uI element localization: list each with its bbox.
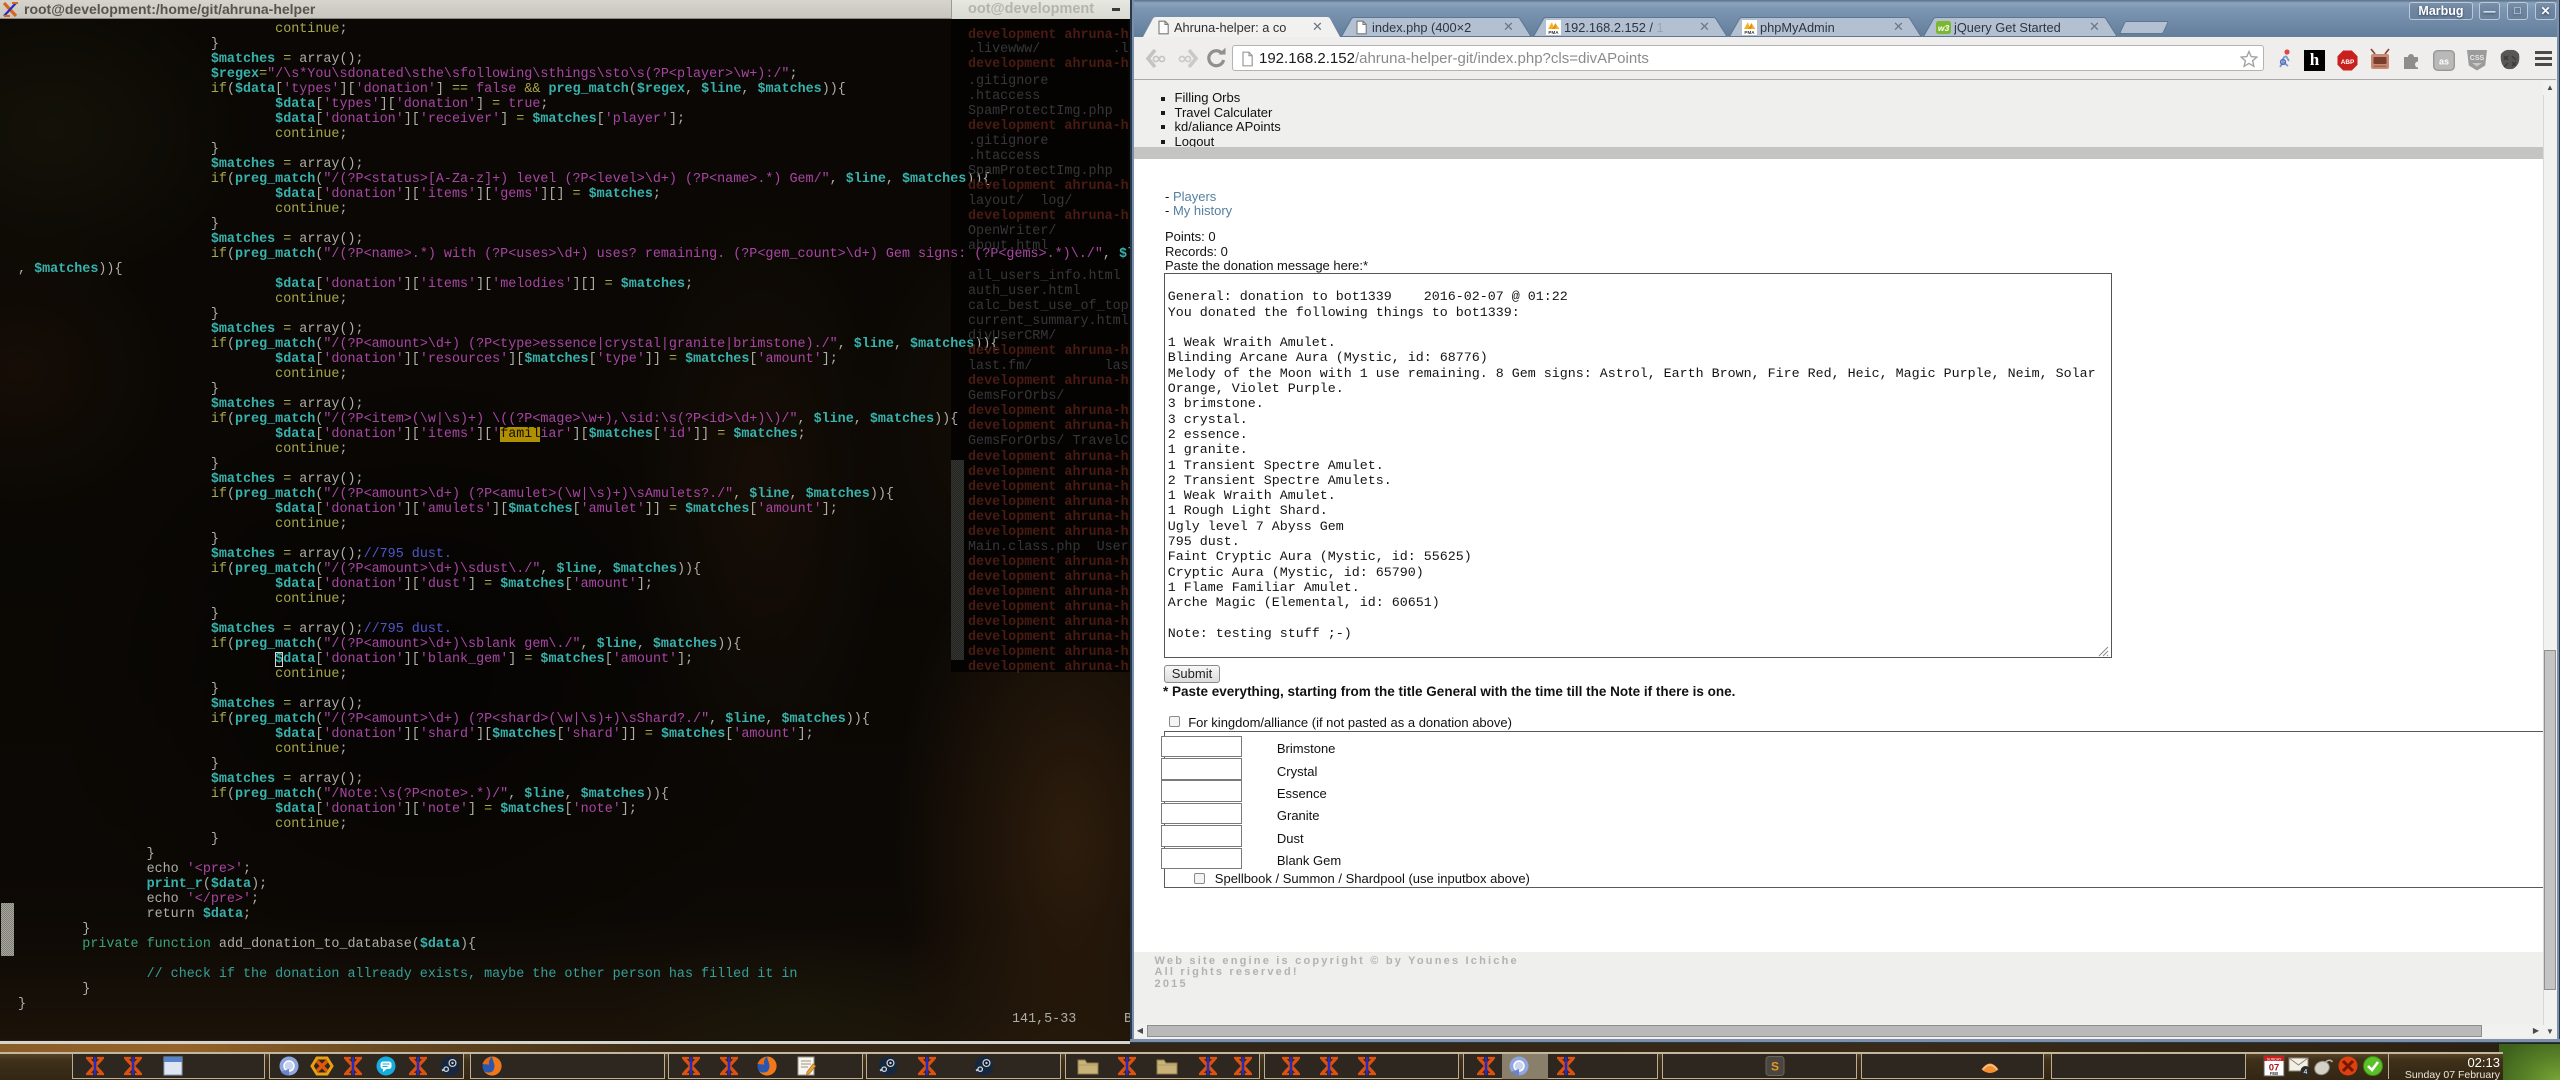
svg-text:FEB: FEB bbox=[2270, 1071, 2278, 1076]
svg-text:S: S bbox=[1771, 1060, 1779, 1074]
svg-text:CSS: CSS bbox=[2470, 55, 2485, 62]
svg-text:PMA: PMA bbox=[1548, 30, 1559, 35]
svg-text:4: 4 bbox=[2304, 1069, 2308, 1076]
svg-text:as: as bbox=[2439, 57, 2449, 67]
svg-text:PMA: PMA bbox=[1744, 30, 1755, 35]
svg-text:w3: w3 bbox=[1938, 23, 1950, 33]
svg-text:SUNDAY: SUNDAY bbox=[2267, 1057, 2282, 1061]
svg-text:ABP: ABP bbox=[2341, 59, 2355, 66]
